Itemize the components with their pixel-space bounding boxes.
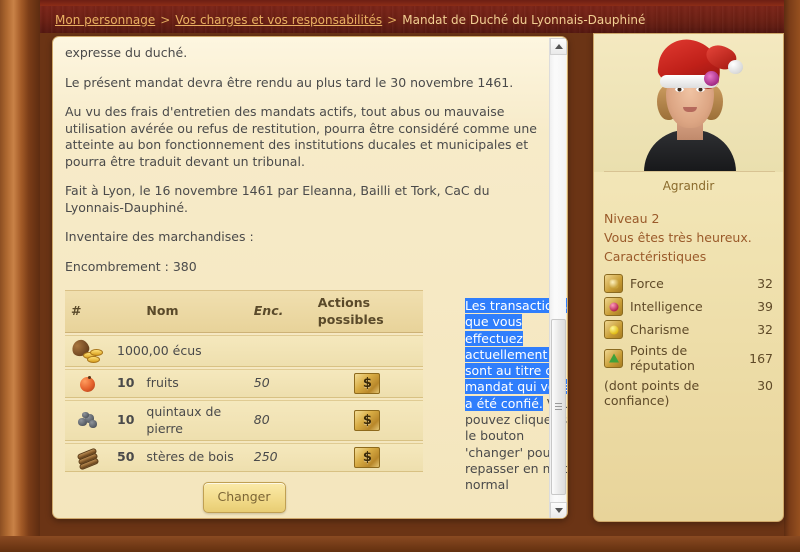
document-paragraph: Inventaire des marchandises :: [65, 229, 254, 244]
confidence-label: (dont points de confiance): [604, 378, 700, 408]
breadcrumb-item-charges[interactable]: Vos charges et vos responsabilités: [175, 13, 382, 27]
left-wood-frame: [0, 0, 106, 552]
character-sidebar: Agrandir Niveau 2 Vous êtes très heureux…: [593, 33, 784, 522]
wood-icon: [65, 443, 111, 472]
stat-label: Charisme: [630, 322, 690, 337]
intelligence-icon: [604, 297, 623, 316]
money-amount: 1000,00 écus: [111, 335, 423, 367]
document-paragraph: Fait à Lyon, le 16 novembre 1461 par Ele…: [65, 183, 490, 215]
stat-row-force: Force 32: [594, 272, 783, 295]
row-enc: 80: [247, 400, 312, 441]
confidence-value: 30: [757, 378, 773, 393]
table-row-money: 1000,00 écus: [65, 335, 423, 367]
column-header-actions: Actions possibles: [311, 290, 423, 333]
character-info: Niveau 2 Vous êtes très heureux. Caracté…: [594, 197, 783, 266]
bottom-wood-frame: [0, 536, 800, 552]
breadcrumb-item-mon-personnage[interactable]: Mon personnage: [55, 13, 155, 27]
table-row: 50 stères de bois 250 $: [65, 443, 423, 472]
character-level: Niveau 2: [604, 211, 660, 226]
character-mood: Vous êtes très heureux.: [604, 230, 752, 245]
coins-icon: [65, 335, 111, 367]
column-header-name: Nom: [140, 290, 248, 333]
enlarge-link[interactable]: Agrandir: [594, 172, 783, 197]
stat-row-charisma: Charisme 32: [594, 318, 783, 341]
scroll-up-button[interactable]: [550, 38, 567, 55]
stat-value: 39: [757, 299, 773, 314]
row-enc: 250: [247, 443, 312, 472]
row-action-cell: $: [311, 400, 423, 441]
table-row: 10 quintaux de pierre 80 $: [65, 400, 423, 441]
row-quantity: 50: [111, 443, 141, 472]
table-row: 10 fruits 50 $: [65, 369, 423, 398]
row-name: stères de bois: [140, 443, 248, 472]
avatar[interactable]: [594, 34, 783, 172]
charisma-icon: [604, 320, 623, 339]
vertical-scrollbar[interactable]: [549, 38, 567, 518]
encumbrance-label: Encombrement : 380: [65, 258, 197, 274]
sell-button[interactable]: $: [354, 447, 381, 468]
row-quantity: 10: [111, 369, 141, 398]
fruit-icon: [65, 369, 111, 398]
document-paragraph: expresse du duché.: [65, 45, 188, 60]
right-wood-frame: [784, 0, 800, 552]
column-header-hash: #: [65, 290, 141, 333]
document-paragraph: Le présent mandat devra être rendu au pl…: [65, 74, 514, 90]
chevron-up-icon: [554, 44, 563, 49]
breadcrumb-separator: >: [160, 12, 171, 27]
row-name: fruits: [140, 369, 248, 398]
column-header-enc: Enc.: [247, 290, 312, 333]
row-name: quintaux de pierre: [140, 400, 248, 441]
stat-row-reputation: Points de réputation 167: [594, 341, 783, 375]
stat-value: 167: [749, 350, 773, 366]
grip-icon: [555, 403, 562, 412]
document-paragraph: Au vu des frais d'entretien des mandats …: [65, 104, 537, 169]
rose-icon: [703, 71, 719, 86]
characteristics-heading: Caractéristiques: [604, 249, 707, 264]
scrollbar-thumb[interactable]: [551, 319, 566, 495]
row-action-cell: $: [311, 443, 423, 472]
row-action-cell: $: [311, 369, 423, 398]
reputation-icon: [604, 348, 623, 368]
chevron-down-icon: [554, 508, 563, 513]
page-background: Mon personnage > Vos charges et vos resp…: [0, 0, 800, 552]
sell-button[interactable]: $: [354, 373, 381, 394]
stat-label: Intelligence: [630, 299, 703, 314]
stat-row-intelligence: Intelligence 39: [594, 295, 783, 318]
row-quantity: 10: [111, 400, 141, 441]
table-header-row: # Nom Enc. Actions possibles: [65, 290, 423, 333]
row-enc: 50: [247, 369, 312, 398]
stat-label: Points de réputation: [630, 343, 695, 373]
document-panel: expresse du duché. Le présent mandat dev…: [52, 36, 568, 519]
confidence-row: (dont points de confiance) 30: [594, 375, 783, 410]
sell-button[interactable]: $: [354, 410, 381, 431]
stat-value: 32: [757, 322, 773, 337]
stat-value: 32: [757, 276, 773, 291]
change-button-wrap: Changer: [65, 482, 423, 513]
inventory-table: # Nom Enc. Actions possibles 1000,00 écu…: [65, 288, 423, 474]
force-icon: [604, 274, 623, 293]
scroll-down-button[interactable]: [550, 502, 567, 518]
change-button[interactable]: Changer: [202, 482, 286, 513]
stat-label: Force: [630, 276, 664, 291]
stone-icon: [65, 400, 111, 441]
breadcrumb: Mon personnage > Vos charges et vos resp…: [40, 6, 784, 33]
breadcrumb-separator: >: [387, 12, 398, 27]
breadcrumb-item-current: Mandat de Duché du Lyonnais-Dauphiné: [402, 12, 646, 27]
